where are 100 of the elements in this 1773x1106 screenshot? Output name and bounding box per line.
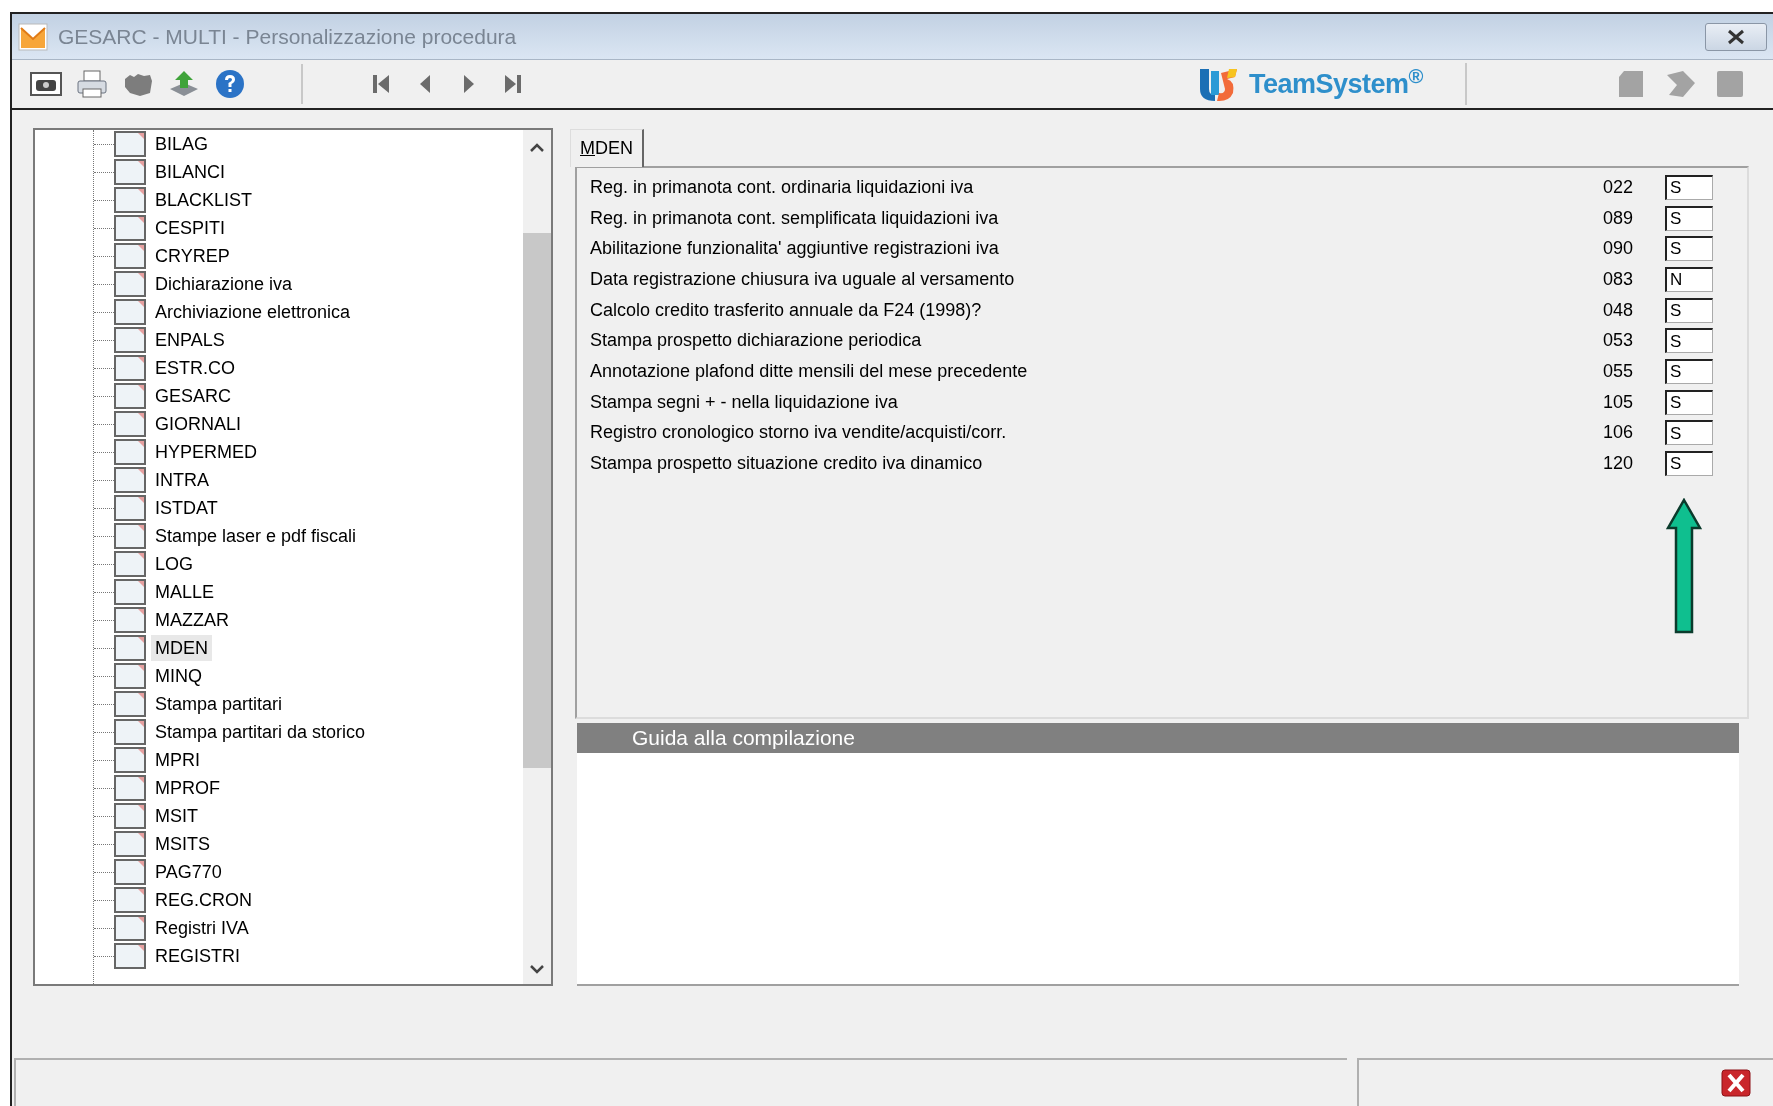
setting-label: Calcolo credito trasferito annuale da F24 (1998)? [590,298,983,322]
setting-code: 022 [1601,175,1633,199]
value-field[interactable]: S [1665,174,1713,200]
node-icon [114,579,146,605]
tree-item[interactable]: Stampa partitari da storico [151,719,370,745]
setting-label: Abilitazione funzionalita' aggiuntive registrazioni iva [590,237,1000,261]
node-icon [114,495,146,521]
tree-item[interactable]: PAG770 [151,859,226,885]
node-icon [114,691,146,717]
setting-label: Reg. in primanota cont. semplificata liquidazioni iva [590,206,1000,230]
tree-item[interactable]: CESPITI [151,215,229,241]
node-icon [114,187,146,213]
close-button[interactable] [1705,22,1767,51]
tree-item[interactable]: BILAG [151,131,213,157]
setting-code: 083 [1601,267,1633,291]
node-icon [114,159,146,185]
brand-logo: TeamSystem$^{®}$ [1249,63,1423,101]
tree-item[interactable]: MSIT [151,803,202,829]
value-field[interactable]: N [1665,266,1713,292]
node-icon [114,719,146,745]
node-icon [114,943,146,969]
setting-code: 106 [1601,421,1633,445]
setting-label: Annotazione plafond ditte mensili del mese precedente [590,359,1029,383]
upload-icon[interactable] [168,69,200,99]
node-icon [114,775,146,801]
tree-item[interactable]: INTRA [151,467,213,493]
tree-item[interactable]: MINQ [151,663,206,689]
tree-item[interactable]: Stampa partitari [151,691,287,717]
node-icon [114,859,146,885]
scroll-up-icon[interactable] [529,142,545,152]
tree-item[interactable]: MPRI [151,747,204,773]
tree-item[interactable]: MPROF [151,775,224,801]
scrollbar[interactable] [523,130,551,984]
node-icon [114,383,146,409]
node-icon [114,215,146,241]
node-icon [114,327,146,353]
value-field[interactable]: S [1665,297,1713,323]
tree-item[interactable]: LOG [151,551,197,577]
tree-item[interactable]: MAZZAR [151,607,233,633]
tree-item[interactable]: Stampe laser e pdf fiscali [151,523,361,549]
node-icon [114,439,146,465]
app-icon [18,22,48,51]
tree-item[interactable]: ISTDAT [151,495,222,521]
tree-item[interactable]: Registri IVA [151,915,253,941]
node-icon [114,635,146,661]
setting-label: Registro cronologico storno iva vendite/acquisti/corr. [590,421,1008,445]
node-icon [114,747,146,773]
tree-item[interactable]: HYPERMED [151,439,261,465]
node-icon [114,271,146,297]
setting-code: 053 [1601,329,1633,353]
value-field[interactable]: S [1665,389,1713,415]
tree-item[interactable]: MALLE [151,579,219,605]
node-icon [114,243,146,269]
tree-item[interactable]: BLACKLIST [151,187,257,213]
node-icon [114,355,146,381]
setting-label: Stampa segni + - nella liquidazione iva [590,390,899,414]
value-field[interactable]: S [1665,205,1713,231]
first-record-icon[interactable] [371,73,391,95]
camera-icon[interactable] [30,70,62,98]
value-field[interactable]: S [1665,420,1713,446]
node-icon [114,887,146,913]
tree-item[interactable]: Archiviazione elettronica [151,299,355,325]
tree-item[interactable]: CRYREP [151,243,234,269]
help-icon[interactable] [214,68,246,100]
node-icon [114,831,146,857]
tree-item[interactable]: BILANCI [151,159,230,185]
tree-item[interactable]: Dichiarazione iva [151,271,297,297]
tree-item[interactable]: GIORNALI [151,411,246,437]
tree-item[interactable]: ESTR.CO [151,355,239,381]
scrollbar-thumb[interactable] [523,233,551,768]
node-icon [114,131,146,157]
node-icon [114,523,146,549]
tab[interactable]: MDEN [570,129,644,167]
setting-code: 089 [1601,206,1633,230]
value-field[interactable]: S [1665,328,1713,354]
tree-item[interactable]: MSITS [151,831,214,857]
value-field[interactable]: S [1665,358,1713,384]
close-icon[interactable] [1721,1069,1751,1097]
tree-item[interactable]: MDEN [151,635,212,661]
node-icon [114,607,146,633]
node-icon [114,551,146,577]
tree-item[interactable]: REG.CRON [151,887,256,913]
tree-item[interactable]: REGISTRI [151,943,244,969]
setting-label: Data registrazione chiusura iva uguale al versamento [590,267,1016,291]
last-record-icon[interactable] [503,73,523,95]
tree-item[interactable]: ENPALS [151,327,229,353]
printer-icon[interactable] [76,69,108,99]
tree-item[interactable]: GESARC [151,383,236,409]
node-icon [114,915,146,941]
setting-code: 048 [1601,298,1633,322]
value-field[interactable]: S [1665,236,1713,262]
value-field[interactable]: S [1665,451,1713,477]
scroll-down-icon[interactable] [529,964,545,974]
setting-label: Stampa prospetto dichiarazione periodica [590,329,923,353]
guide-header: Guida alla compilazione [577,723,1739,753]
node-icon [114,411,146,437]
setting-code: 105 [1601,390,1633,414]
node-icon [114,299,146,325]
setting-code: 120 [1601,452,1633,476]
window-title: GESARC - MULTI - Personalizzazione procedura [58,23,517,50]
